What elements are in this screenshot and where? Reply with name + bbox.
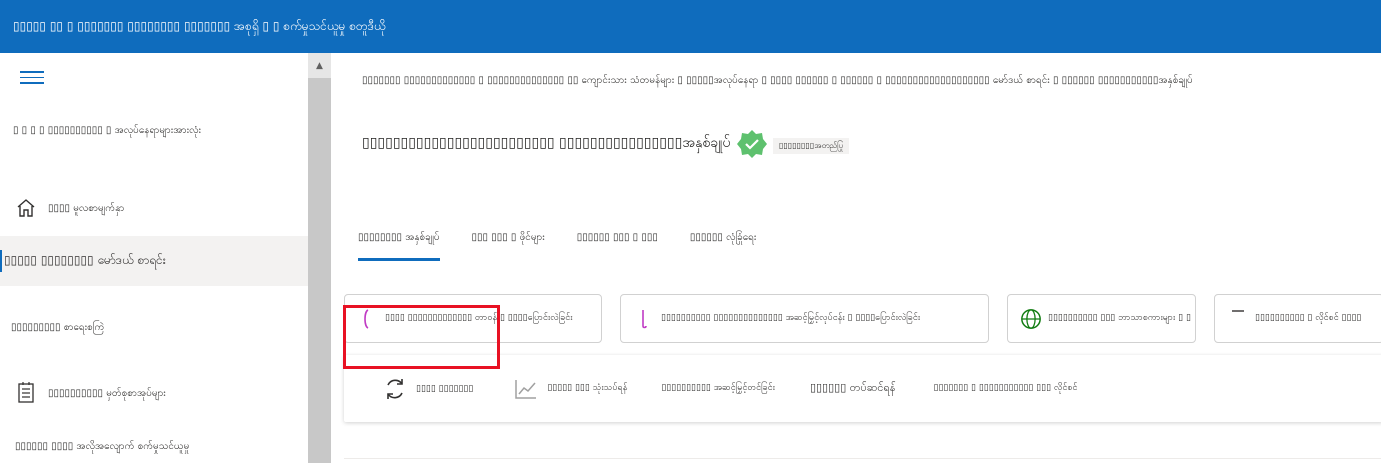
content-divider — [344, 458, 1381, 463]
sidebar-item-home[interactable]: ▯▯▯▯ မူလစာမျက်နှာ — [0, 183, 308, 233]
app-header: ▯▯▯▯▯ ▯▯ ▯ ▯▯▯▯▯▯▯ ▯▯▯▯▯▯▯▯ ▯▯▯▯▯▯▯ အစုရ… — [0, 0, 1381, 53]
attribute-cards: ▯▯▯▯ ▯▯▯▯▯▯▯▯▯▯▯▯▯ တာဝန် ▯ ▯▯▯▯ပြောင်းလဲ… — [344, 294, 1381, 343]
finetune-button[interactable]: ▯▯▯▯▯▯▯▯▯▯ အဆင့်မြှင့်တင်ခြင်း — [661, 355, 775, 422]
sidebar-item-label: ▯▯▯▯ မူလစာမျက်နှာ — [48, 202, 125, 214]
license-icon — [1227, 308, 1249, 330]
sidebar-item-label: ▯▯▯▯▯▯▯▯▯▯ မှတ်စုစာအုပ်များ — [48, 387, 166, 399]
sidebar-item-automl[interactable]: ▯▯▯▯▯▯ ▯▯▯▯ အလိုအလျောက် စက်မှုသင်ယူမှု — [0, 421, 308, 471]
verified-check-icon — [737, 129, 767, 163]
sidebar: ▯ ▯ ▯ ▯ ▯▯▯▯▯▯▯▯▯▯ ▯ အလုပ်နေရာများအားလုံ… — [0, 53, 308, 463]
card-license[interactable]: ▯▯▯▯▯▯▯▯▯▯ ▯ လိုင်စင် ▯▯▯▯ — [1214, 294, 1381, 343]
license-button[interactable]: ▯▯▯▯▯▯▯ ▯ ▯▯▯▯▯▯▯▯▯▯▯ ▯▯▯ လိုင်စင် — [934, 355, 1078, 422]
verified-label: ▯▯▯▯▯▯▯▯အတည်ပြု — [773, 138, 849, 154]
home-icon — [14, 196, 38, 220]
tab-files[interactable]: ▯▯▯ ▯▯▯ ▯ ဖိုင်များ — [472, 213, 545, 261]
verified-badge: ▯▯▯▯▯▯▯▯အတည်ပြု — [737, 129, 849, 163]
main-content: ▯▯▯▯▯▯▯ ▯▯▯▯▯▯▯▯▯▯▯▯▯ ▯ ▯▯▯▯▯▯▯▯▯▯▯▯▯▯ ▯… — [331, 53, 1381, 463]
refresh-icon — [382, 376, 408, 402]
task-icon — [357, 308, 379, 330]
workspace-heading: ▯ ▯ ▯ ▯ ▯▯▯▯▯▯▯▯▯▯ ▯ အလုပ်နေရာများအားလုံ… — [13, 125, 202, 136]
tab-overview[interactable]: ▯▯▯▯▯▯▯▯ အနှစ်ချုပ် — [358, 213, 440, 261]
tab-security[interactable]: ▯▯▯▯▯▯ လုံခြုံရေး — [690, 213, 757, 261]
refresh-button[interactable]: ▯▯▯▯ ▯▯▯▯▯▯▯ — [382, 355, 473, 422]
sidebar-item-label: ▯▯▯▯▯▯ ▯▯▯▯ အလိုအလျောက် စက်မှုသင်ယူမှု — [15, 440, 190, 452]
notebook-icon — [14, 381, 38, 405]
vertical-scrollbar[interactable]: ▲ — [308, 53, 331, 463]
card-languages[interactable]: ▯▯▯▯▯▯▯▯▯▯ ▯▯▯ ဘာသာစကားများ ▯ ▯ — [1007, 294, 1196, 343]
benchmark-button[interactable]: ▯▯▯▯▯ ▯▯▯ သုံးသပ်ရန် — [513, 355, 627, 422]
tab-versions[interactable]: ▯▯▯▯▯▯ ▯▯▯ ▯ ▯▯▯ — [577, 213, 658, 261]
command-toolbar: ▯▯▯▯ ▯▯▯▯▯▯▯ ▯▯▯▯▯ ▯▯▯ သုံးသပ်ရန် ▯▯▯▯▯▯… — [344, 355, 1381, 422]
breadcrumb[interactable]: ▯▯▯▯▯▯▯ ▯▯▯▯▯▯▯▯▯▯▯▯▯ ▯ ▯▯▯▯▯▯▯▯▯▯▯▯▯▯ ▯… — [362, 73, 1193, 88]
chart-icon — [513, 376, 539, 402]
sidebar-item-model-catalog[interactable]: ▯▯▯▯▯ ▯▯▯▯▯▯▯▯ မော်ဒယ် စာရင်း — [0, 236, 308, 286]
page-title: ▯▯▯▯▯▯▯▯▯▯▯▯▯▯▯▯▯▯▯▯▯▯▯▯▯ ▯▯▯▯▯▯▯▯▯▯▯▯▯▯… — [362, 135, 731, 151]
hamburger-menu-icon[interactable] — [20, 71, 44, 85]
finetune-icon — [633, 308, 655, 330]
globe-icon — [1020, 308, 1042, 330]
card-finetune[interactable]: ▯▯▯▯▯▯▯▯▯▯ ▯▯▯▯▯▯▯▯▯▯▯▯▯▯ အဆင့်မြှင့်လုပ… — [620, 294, 989, 343]
scroll-up-arrow-icon[interactable]: ▲ — [308, 53, 331, 78]
sidebar-item-label: ▯▯▯▯▯▯▯▯▯ စာရေးစကြဲ — [11, 321, 105, 333]
sidebar-item-authoring[interactable]: ▯▯▯▯▯▯▯▯▯ စာရေးစကြဲ — [0, 302, 308, 352]
tab-bar: ▯▯▯▯▯▯▯▯ အနှစ်ချုပ် ▯▯▯ ▯▯▯ ▯ ဖိုင်များ … — [358, 213, 756, 263]
sidebar-item-label: ▯▯▯▯▯ ▯▯▯▯▯▯▯▯ မော်ဒယ် စာရင်း — [4, 253, 166, 267]
card-task[interactable]: ▯▯▯▯ ▯▯▯▯▯▯▯▯▯▯▯▯▯ တာဝန် ▯ ▯▯▯▯ပြောင်းလဲ… — [344, 294, 602, 343]
sidebar-item-notebooks[interactable]: ▯▯▯▯▯▯▯▯▯▯ မှတ်စုစာအုပ်များ — [0, 368, 308, 418]
app-title: ▯▯▯▯▯ ▯▯ ▯ ▯▯▯▯▯▯▯ ▯▯▯▯▯▯▯▯ ▯▯▯▯▯▯▯ အစုရ… — [13, 18, 386, 33]
deploy-button[interactable]: ▯▯▯▯▯▯ တပ်ဆင်ရန် — [810, 355, 896, 422]
